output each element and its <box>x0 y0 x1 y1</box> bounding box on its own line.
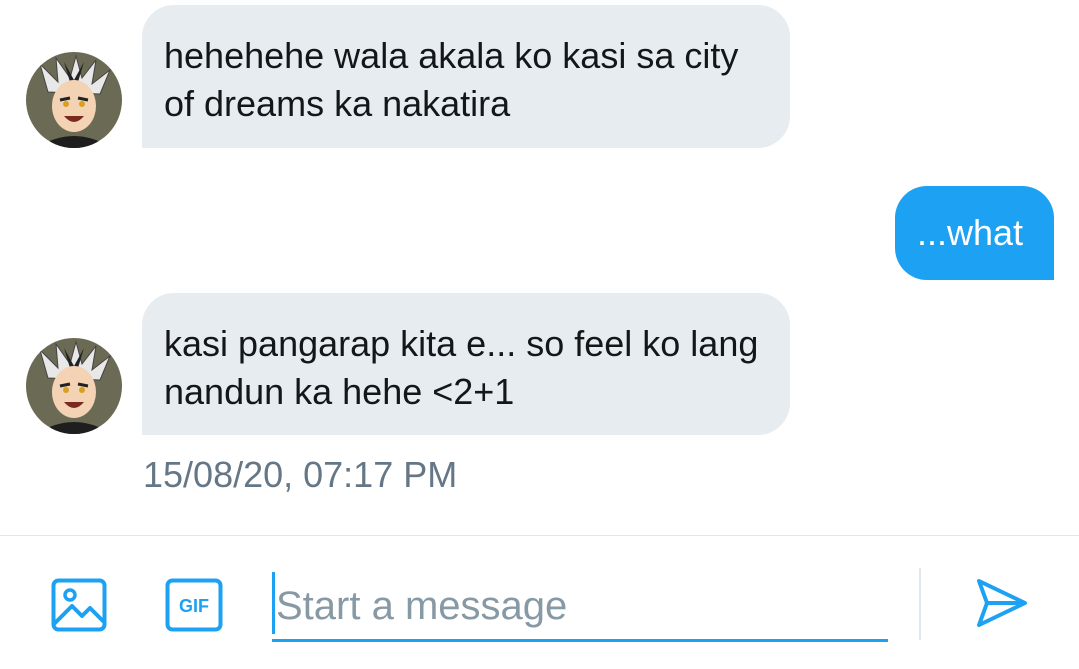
gif-icon[interactable]: GIF <box>165 578 223 632</box>
message-text: kasi pangarap kita e... so feel ko lang … <box>164 323 759 412</box>
avatar[interactable] <box>26 52 122 148</box>
send-icon[interactable] <box>975 576 1029 630</box>
message-bubble-received[interactable]: kasi pangarap kita e... so feel ko lang … <box>142 293 790 435</box>
message-timestamp: 15/08/20, 07:17 PM <box>143 454 458 495</box>
composer-vertical-divider <box>919 568 921 640</box>
message-text: ...what <box>916 212 1023 253</box>
message-input[interactable] <box>276 578 876 634</box>
avatar-image <box>26 52 122 148</box>
message-input-container[interactable] <box>272 572 888 642</box>
avatar[interactable] <box>26 338 122 434</box>
composer-divider <box>0 535 1079 536</box>
message-bubble-sent[interactable]: ...what <box>894 186 1054 280</box>
image-icon[interactable] <box>51 578 107 632</box>
gif-label: GIF <box>179 596 209 616</box>
avatar-image <box>26 338 122 434</box>
text-caret <box>272 572 275 634</box>
message-bubble-received[interactable]: hehehehe wala akala ko kasi sa city of d… <box>142 5 790 148</box>
message-text: hehehehe wala akala ko kasi sa city of d… <box>164 35 739 124</box>
